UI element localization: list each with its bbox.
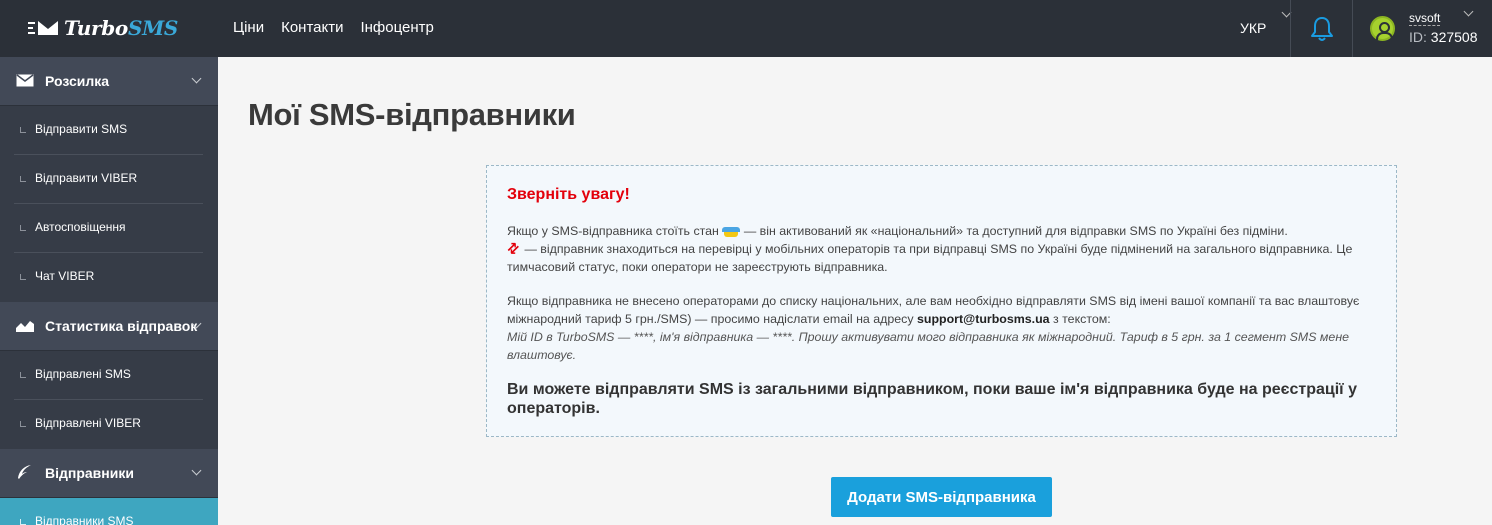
notice-text: — відправник знаходиться на перевірці у …: [507, 242, 1353, 274]
bell-icon[interactable]: [1310, 16, 1334, 42]
chevron-down-icon: [191, 73, 202, 84]
tree-branch-icon: [20, 127, 26, 133]
support-email[interactable]: support@turbosms.ua: [917, 312, 1050, 326]
notice-text: — він активований як «національний» та д…: [743, 224, 1288, 238]
notice-text: Якщо у SMS-відправника стоїть стан: [507, 224, 719, 238]
sidebar-item-send-sms[interactable]: Відправити SMS: [0, 106, 218, 155]
sidebar-item-label: Чат VIBER: [35, 269, 95, 283]
divider: [1352, 0, 1353, 57]
sidebar-item-label: Відправити SMS: [35, 122, 128, 136]
sidebar-item-sent-viber[interactable]: Відправлені VIBER: [0, 400, 218, 449]
sidebar-section-mailing[interactable]: Розсилка: [0, 57, 218, 106]
divider: [1290, 0, 1291, 57]
sidebar-section-label: Статистика відправок: [45, 318, 198, 334]
tree-branch-icon: [20, 176, 26, 182]
envelope-logo-icon: [38, 21, 58, 35]
sidebar-section-statistics[interactable]: Статистика відправок: [0, 302, 218, 351]
sidebar-item-label: Відправити VIBER: [35, 171, 138, 185]
sidebar-item-label: Відправлені VIBER: [35, 416, 141, 430]
notice-heading: Зверніть увагу!: [507, 186, 630, 203]
sidebar: Розсилка Відправити SMS Відправити VIBER…: [0, 57, 218, 525]
brand-name: TurboSMS: [64, 16, 179, 40]
chevron-down-icon: [191, 465, 202, 476]
sidebar-item-sms-senders[interactable]: Відправники SMS: [0, 498, 218, 525]
sidebar-item-viber-chat[interactable]: Чат VIBER: [0, 253, 218, 302]
language-selector[interactable]: УКР: [1240, 20, 1266, 36]
envelope-icon: [16, 74, 34, 87]
sidebar-item-label: Відправники SMS: [35, 514, 134, 525]
sidebar-item-send-viber[interactable]: Відправити VIBER: [0, 155, 218, 204]
sidebar-section-label: Відправники: [45, 465, 134, 481]
nav-link-prices[interactable]: Ціни: [233, 19, 264, 36]
notice-paragraph-international: Якщо відправника не внесено операторами …: [507, 292, 1377, 364]
nav-link-infocenter[interactable]: Інфоцентр: [360, 19, 433, 36]
sidebar-item-label: Відправлені SMS: [35, 367, 131, 381]
feather-icon: [18, 465, 31, 479]
sidebar-item-auto-notifications[interactable]: Автосповіщення: [0, 204, 218, 253]
ukraine-flag-icon: [722, 225, 741, 237]
sidebar-section-label: Розсилка: [45, 73, 110, 89]
tree-branch-icon: [20, 421, 26, 427]
tree-branch-icon: [20, 519, 26, 525]
notice-box: Зверніть увагу! Якщо у SMS-відправника с…: [486, 165, 1397, 437]
top-bar: TurboSMS Ціни Контакти Інфоцентр УКР svs…: [0, 0, 1492, 57]
turbosms-logo[interactable]: TurboSMS: [28, 16, 178, 40]
sidebar-item-sent-sms[interactable]: Відправлені SMS: [0, 351, 218, 400]
main-content: Мої SMS-відправники Зверніть увагу! Якщо…: [218, 57, 1492, 525]
user-menu-chevron-icon[interactable]: [1463, 6, 1474, 17]
add-sms-sender-button[interactable]: Додати SMS-відправника: [831, 477, 1052, 517]
page-title: Мої SMS-відправники: [248, 97, 576, 132]
user-name[interactable]: svsoft: [1409, 12, 1441, 26]
top-navigation: Ціни Контакти Інфоцентр: [233, 19, 434, 36]
speed-lines-icon: [28, 22, 35, 34]
nav-link-contacts[interactable]: Контакти: [281, 19, 343, 36]
tree-branch-icon: [20, 274, 26, 280]
notice-emphasis: Ви можете відправляти SMS із загальними …: [507, 381, 1357, 417]
notice-text: з текстом:: [1053, 312, 1111, 326]
pending-swap-icon: [507, 242, 521, 256]
sidebar-section-senders[interactable]: Відправники: [0, 449, 218, 498]
notice-paragraph-status: Якщо у SMS-відправника стоїть стан — він…: [507, 222, 1377, 276]
user-id: ID: 327508: [1409, 29, 1478, 45]
chart-icon: [16, 321, 34, 332]
email-template-text: Мій ID в TurboSMS — ****, ім'я відправни…: [507, 330, 1350, 362]
tree-branch-icon: [20, 372, 26, 378]
sidebar-item-label: Автосповіщення: [35, 220, 126, 234]
user-avatar-icon[interactable]: [1370, 16, 1395, 41]
tree-branch-icon: [20, 225, 26, 231]
